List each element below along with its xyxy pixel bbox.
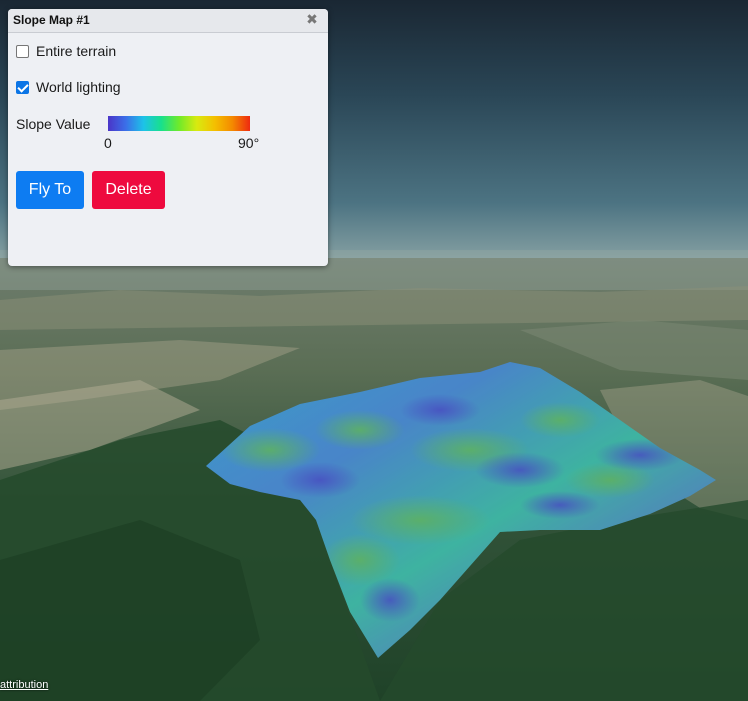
world-lighting-checkbox[interactable] (16, 80, 29, 94)
slope-value-label: Slope Value (16, 116, 91, 132)
fly-to-button[interactable]: Fly To (16, 171, 84, 209)
delete-button[interactable]: Delete (92, 171, 165, 209)
close-icon[interactable]: ✖ (305, 12, 319, 28)
entire-terrain-label[interactable]: Entire terrain (36, 43, 116, 59)
world-lighting-row[interactable]: World lighting (16, 79, 121, 95)
panel-header: Slope Map #1 ✖ (8, 9, 328, 33)
panel-title: Slope Map #1 (13, 13, 90, 27)
entire-terrain-row[interactable]: Entire terrain (16, 43, 116, 59)
legend-max-label: 90° (238, 135, 260, 151)
legend-min-label: 0 (104, 135, 112, 151)
entire-terrain-checkbox[interactable] (16, 44, 29, 58)
slope-color-bar (108, 116, 250, 131)
world-lighting-label[interactable]: World lighting (36, 79, 121, 95)
attribution-link[interactable]: attribution (0, 679, 48, 691)
slope-map-panel: Slope Map #1 ✖ Entire terrain World ligh… (8, 9, 328, 266)
3d-globe-viewer[interactable]: Slope Map #1 ✖ Entire terrain World ligh… (0, 0, 748, 701)
